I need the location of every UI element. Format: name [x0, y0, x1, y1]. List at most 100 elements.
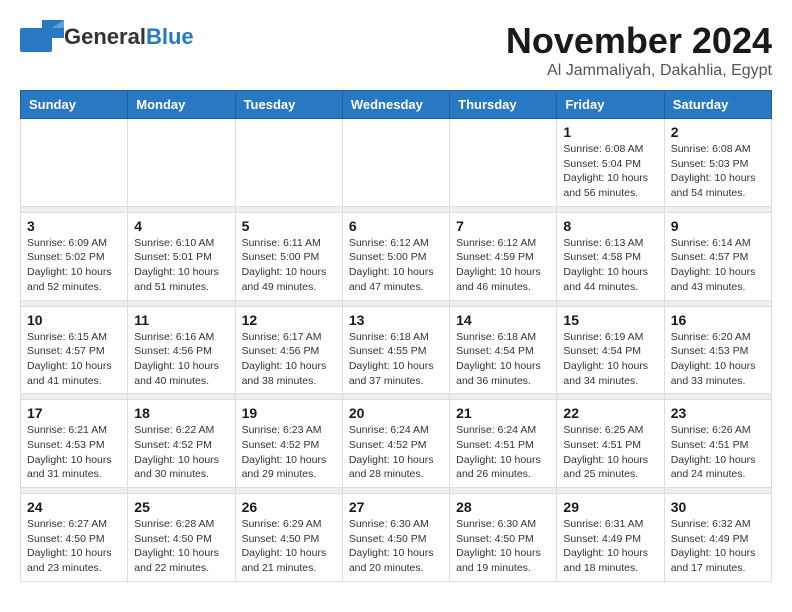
- week-row-1: 1Sunrise: 6:08 AM Sunset: 5:04 PM Daylig…: [21, 119, 772, 207]
- day-info: Sunrise: 6:09 AM Sunset: 5:02 PM Dayligh…: [27, 236, 121, 295]
- calendar-cell: 30Sunrise: 6:32 AM Sunset: 4:49 PM Dayli…: [664, 494, 771, 582]
- day-number: 23: [671, 405, 765, 421]
- calendar-cell: 1Sunrise: 6:08 AM Sunset: 5:04 PM Daylig…: [557, 119, 664, 207]
- calendar-cell: 21Sunrise: 6:24 AM Sunset: 4:51 PM Dayli…: [450, 400, 557, 488]
- weekday-header-tuesday: Tuesday: [235, 91, 342, 119]
- day-number: 5: [242, 218, 336, 234]
- calendar-cell: 15 Sunrise: 6:19 AM Sunset: 4:54 PM Dayli…: [557, 306, 664, 394]
- calendar-cell: 5 Sunrise: 6:11 AM Sunset: 5:00 PM Daylig…: [235, 212, 342, 300]
- calendar-cell: 20 Sunrise: 6:24 AM Sunset: 4:52 PM Dayli…: [342, 400, 449, 488]
- location-title: Al Jammaliyah, Dakahlia, Egypt: [506, 62, 772, 80]
- calendar-cell: 24 Sunrise: 6:27 AM Sunset: 4:50 PM Dayli…: [21, 494, 128, 582]
- day-info: Sunrise: 6:21 AM Sunset: 4:53 PM Dayligh…: [27, 423, 121, 482]
- day-info: Sunrise: 6:25 AM Sunset: 4:51 PM Dayligh…: [563, 423, 657, 482]
- day-number: 7: [456, 218, 550, 234]
- weekday-header-friday: Friday: [557, 91, 664, 119]
- day-info: Sunrise: 6:16 AM Sunset: 4:56 PM Dayligh…: [134, 330, 228, 389]
- calendar-cell: 10Sunrise: 6:15 AM Sunset: 4:57 PM Dayli…: [21, 306, 128, 394]
- day-info: Sunrise: 6:17 AM Sunset: 4:56 PM Dayligh…: [242, 330, 336, 389]
- day-number: 27: [349, 499, 443, 515]
- calendar-cell: 7 Sunrise: 6:12 AM Sunset: 4:59 PM Daylig…: [450, 212, 557, 300]
- day-info: Sunrise: 6:22 AM Sunset: 4:52 PM Dayligh…: [134, 423, 228, 482]
- calendar-table: SundayMondayTuesdayWednesdayThursdayFrid…: [20, 90, 772, 582]
- calendar-cell: [450, 119, 557, 207]
- calendar-cell: 9 Sunrise: 6:14 AM Sunset: 4:57 PM Daylig…: [664, 212, 771, 300]
- calendar-cell: 16 Sunrise: 6:20 AM Sunset: 4:53 PM Dayli…: [664, 306, 771, 394]
- week-row-4: 17 Sunrise: 6:21 AM Sunset: 4:53 PM Dayli…: [21, 400, 772, 488]
- calendar-cell: 29 Sunrise: 6:31 AM Sunset: 4:49 PM Dayli…: [557, 494, 664, 582]
- day-info: Sunrise: 6:13 AM Sunset: 4:58 PM Dayligh…: [563, 236, 657, 295]
- calendar-cell: 25Sunrise: 6:28 AM Sunset: 4:50 PM Dayli…: [128, 494, 235, 582]
- day-number: 29: [563, 499, 657, 515]
- logo: GeneralBlue: [20, 20, 194, 54]
- day-number: 10: [27, 312, 121, 328]
- logo-icon: [20, 20, 64, 54]
- day-info: Sunrise: 6:27 AM Sunset: 4:50 PM Dayligh…: [27, 517, 121, 576]
- day-info: Sunrise: 6:08 AM Sunset: 5:03 PM Dayligh…: [671, 142, 765, 201]
- day-number: 24: [27, 499, 121, 515]
- day-number: 26: [242, 499, 336, 515]
- day-number: 11: [134, 312, 228, 328]
- day-info: Sunrise: 6:18 AM Sunset: 4:54 PM Dayligh…: [456, 330, 550, 389]
- calendar-cell: 19 Sunrise: 6:23 AM Sunset: 4:52 PM Dayli…: [235, 400, 342, 488]
- day-info: Sunrise: 6:30 AM Sunset: 4:50 PM Dayligh…: [456, 517, 550, 576]
- weekday-header-saturday: Saturday: [664, 91, 771, 119]
- day-number: 19: [242, 405, 336, 421]
- title-section: November 2024 Al Jammaliyah, Dakahlia, E…: [506, 20, 772, 80]
- calendar-cell: [235, 119, 342, 207]
- week-row-5: 24 Sunrise: 6:27 AM Sunset: 4:50 PM Dayli…: [21, 494, 772, 582]
- day-number: 20: [349, 405, 443, 421]
- day-info: Sunrise: 6:23 AM Sunset: 4:52 PM Dayligh…: [242, 423, 336, 482]
- calendar-cell: [342, 119, 449, 207]
- day-info: Sunrise: 6:18 AM Sunset: 4:55 PM Dayligh…: [349, 330, 443, 389]
- day-info: Sunrise: 6:12 AM Sunset: 5:00 PM Dayligh…: [349, 236, 443, 295]
- day-number: 15: [563, 312, 657, 328]
- day-info: Sunrise: 6:28 AM Sunset: 4:50 PM Dayligh…: [134, 517, 228, 576]
- day-info: Sunrise: 6:24 AM Sunset: 4:51 PM Dayligh…: [456, 423, 550, 482]
- day-number: 28: [456, 499, 550, 515]
- calendar-cell: 23Sunrise: 6:26 AM Sunset: 4:51 PM Dayli…: [664, 400, 771, 488]
- day-number: 16: [671, 312, 765, 328]
- day-number: 17: [27, 405, 121, 421]
- weekday-header-thursday: Thursday: [450, 91, 557, 119]
- day-info: Sunrise: 6:10 AM Sunset: 5:01 PM Dayligh…: [134, 236, 228, 295]
- calendar-cell: 14 Sunrise: 6:18 AM Sunset: 4:54 PM Dayli…: [450, 306, 557, 394]
- weekday-header-wednesday: Wednesday: [342, 91, 449, 119]
- calendar-cell: 28 Sunrise: 6:30 AM Sunset: 4:50 PM Dayli…: [450, 494, 557, 582]
- day-info: Sunrise: 6:14 AM Sunset: 4:57 PM Dayligh…: [671, 236, 765, 295]
- day-info: Sunrise: 6:08 AM Sunset: 5:04 PM Dayligh…: [563, 142, 657, 201]
- day-number: 6: [349, 218, 443, 234]
- calendar-cell: 13 Sunrise: 6:18 AM Sunset: 4:55 PM Dayli…: [342, 306, 449, 394]
- calendar-cell: 4 Sunrise: 6:10 AM Sunset: 5:01 PM Daylig…: [128, 212, 235, 300]
- calendar-cell: 11 Sunrise: 6:16 AM Sunset: 4:56 PM Dayli…: [128, 306, 235, 394]
- calendar-cell: 8Sunrise: 6:13 AM Sunset: 4:58 PM Daylig…: [557, 212, 664, 300]
- day-number: 9: [671, 218, 765, 234]
- day-number: 2: [671, 124, 765, 140]
- day-info: Sunrise: 6:11 AM Sunset: 5:00 PM Dayligh…: [242, 236, 336, 295]
- day-number: 18: [134, 405, 228, 421]
- page-header: GeneralBlue November 2024 Al Jammaliyah,…: [20, 20, 772, 80]
- day-number: 14: [456, 312, 550, 328]
- day-info: Sunrise: 6:31 AM Sunset: 4:49 PM Dayligh…: [563, 517, 657, 576]
- day-number: 30: [671, 499, 765, 515]
- day-info: Sunrise: 6:24 AM Sunset: 4:52 PM Dayligh…: [349, 423, 443, 482]
- weekday-header-sunday: Sunday: [21, 91, 128, 119]
- day-info: Sunrise: 6:19 AM Sunset: 4:54 PM Dayligh…: [563, 330, 657, 389]
- calendar-cell: 6 Sunrise: 6:12 AM Sunset: 5:00 PM Daylig…: [342, 212, 449, 300]
- calendar-cell: 12Sunrise: 6:17 AM Sunset: 4:56 PM Dayli…: [235, 306, 342, 394]
- weekday-header-row: SundayMondayTuesdayWednesdayThursdayFrid…: [21, 91, 772, 119]
- day-info: Sunrise: 6:20 AM Sunset: 4:53 PM Dayligh…: [671, 330, 765, 389]
- calendar-cell: [21, 119, 128, 207]
- calendar-cell: 27 Sunrise: 6:30 AM Sunset: 4:50 PM Dayli…: [342, 494, 449, 582]
- calendar-cell: 3 Sunrise: 6:09 AM Sunset: 5:02 PM Daylig…: [21, 212, 128, 300]
- day-info: Sunrise: 6:29 AM Sunset: 4:50 PM Dayligh…: [242, 517, 336, 576]
- calendar-cell: 17 Sunrise: 6:21 AM Sunset: 4:53 PM Dayli…: [21, 400, 128, 488]
- day-number: 4: [134, 218, 228, 234]
- day-info: Sunrise: 6:12 AM Sunset: 4:59 PM Dayligh…: [456, 236, 550, 295]
- logo-blue-text: Blue: [146, 24, 194, 49]
- day-info: Sunrise: 6:30 AM Sunset: 4:50 PM Dayligh…: [349, 517, 443, 576]
- day-number: 3: [27, 218, 121, 234]
- weekday-header-monday: Monday: [128, 91, 235, 119]
- day-number: 13: [349, 312, 443, 328]
- calendar-cell: 2 Sunrise: 6:08 AM Sunset: 5:03 PM Daylig…: [664, 119, 771, 207]
